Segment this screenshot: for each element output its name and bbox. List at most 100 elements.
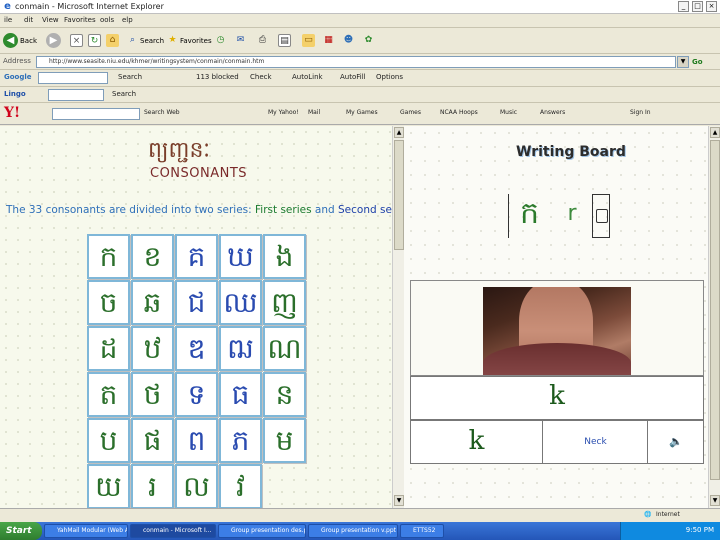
favorites-button-label[interactable]: Favorites	[180, 32, 212, 50]
folder-icon[interactable]: ▭	[302, 34, 315, 47]
consonant-cell[interactable]: យ	[87, 464, 130, 508]
autolink-button[interactable]: AutoLink	[292, 73, 323, 81]
consonant-cell[interactable]: ណ	[263, 326, 306, 371]
consonant-cell[interactable]: ត	[87, 372, 130, 417]
scroll-down-icon[interactable]: ▼	[710, 495, 720, 506]
menu-file[interactable]: ile	[4, 16, 12, 24]
minimize-button[interactable]: _	[678, 1, 689, 12]
scroll-down-icon[interactable]: ▼	[394, 495, 404, 506]
games-button[interactable]: Games	[400, 109, 421, 116]
consonant-cell[interactable]: ង	[263, 234, 306, 279]
consonant-cell[interactable]: គ	[175, 234, 218, 279]
first-series-link[interactable]: First series	[255, 204, 312, 216]
consonant-cell[interactable]: រ	[131, 464, 174, 508]
consonant-cell[interactable]: ឈ	[219, 280, 262, 325]
mail-button[interactable]: Mail	[308, 109, 320, 116]
google-search-button[interactable]: Search	[118, 73, 142, 81]
consonant-cell[interactable]: ក	[87, 234, 130, 279]
scroll-up-icon[interactable]: ▲	[394, 127, 404, 138]
consonant-cell[interactable]: ច	[87, 280, 130, 325]
consonant-cell[interactable]: ឆ	[131, 280, 174, 325]
second-series-link[interactable]: Second series	[338, 204, 392, 216]
answers-button[interactable]: Answers	[540, 109, 565, 116]
sign-in-button[interactable]: Sign In	[630, 109, 651, 116]
yahoo-logo[interactable]: Y!	[4, 105, 20, 121]
spell-check-button[interactable]: Check	[250, 73, 272, 81]
consonant-cell[interactable]: ធ	[219, 372, 262, 417]
autofill-button[interactable]: AutoFill	[340, 73, 366, 81]
maximize-button[interactable]: □	[692, 1, 703, 12]
consonant-cell[interactable]: ន	[263, 372, 306, 417]
consonant-cell[interactable]: ញ	[263, 280, 306, 325]
series-intro-text: The 33 consonants are divided into two s…	[6, 204, 256, 216]
yahoo-search-input[interactable]	[52, 108, 140, 120]
task-group-presentation-des[interactable]: Group presentation des.ppt	[218, 524, 306, 538]
go-button[interactable]: Go	[692, 56, 718, 68]
writing-board-frame: Writing Board ក r k k Neck 🔈	[404, 126, 708, 508]
refresh-icon[interactable]: ↻	[88, 34, 101, 47]
popup-blocked-count[interactable]: 113 blocked	[196, 73, 239, 81]
stop-icon[interactable]: ×	[70, 34, 83, 47]
task-yahmail[interactable]: YahMail Modular (Web Ag...	[44, 524, 128, 538]
consonant-cell[interactable]: ម	[263, 418, 306, 463]
speaker-icon[interactable]: 🔈	[649, 421, 703, 463]
my-games-button[interactable]: My Games	[346, 109, 378, 116]
task-conmain[interactable]: conmain - Microsoft I...	[130, 524, 216, 538]
consonant-cell[interactable]: ឌ	[175, 326, 218, 371]
task-etts52[interactable]: ETTS52	[400, 524, 444, 538]
scroll-thumb[interactable]	[394, 140, 404, 250]
task-group-presentation-v[interactable]: Group presentation v.ppt	[308, 524, 398, 538]
consonant-cell[interactable]: ភ	[219, 418, 262, 463]
forward-icon[interactable]: ▶	[46, 33, 61, 48]
menu-edit[interactable]: dit	[24, 16, 33, 24]
consonant-cell[interactable]: ថ	[131, 372, 174, 417]
consonant-cell[interactable]: ផ	[131, 418, 174, 463]
start-button[interactable]: Start	[0, 522, 42, 540]
favorites-icon[interactable]: ★	[166, 34, 179, 47]
consonant-cell[interactable]: ឃ	[219, 234, 262, 279]
scroll-thumb[interactable]	[710, 140, 720, 480]
back-icon[interactable]: ◀	[3, 33, 18, 48]
home-icon[interactable]: ⌂	[106, 34, 119, 47]
music-button[interactable]: Music	[500, 109, 517, 116]
consonant-cell[interactable]: ឋ	[131, 326, 174, 371]
eraser-icon[interactable]	[596, 209, 608, 223]
ncaa-button[interactable]: NCAA Hoops	[440, 109, 478, 116]
messenger-icon[interactable]: ☻	[342, 34, 355, 47]
consonant-cell[interactable]: ល	[175, 464, 218, 508]
left-frame-scrollbar[interactable]: ▲ ▼	[392, 126, 404, 508]
edit-icon[interactable]: ▤	[278, 34, 291, 47]
menu-help[interactable]: elp	[122, 16, 133, 24]
consonant-cell[interactable]: ដ	[87, 326, 130, 371]
consonant-cell[interactable]: ខ	[131, 234, 174, 279]
toolbar-extra-icon[interactable]: ✿	[362, 34, 375, 47]
research-icon[interactable]: ▦	[322, 34, 335, 47]
address-dropdown-icon[interactable]: ▼	[677, 56, 689, 68]
menu-favorites[interactable]: Favorites	[64, 16, 96, 24]
consonant-cell[interactable]: ព	[175, 418, 218, 463]
options-button[interactable]: Options	[376, 73, 403, 81]
close-button[interactable]: ×	[706, 1, 717, 12]
history-icon[interactable]: ◷	[214, 34, 227, 47]
search-icon[interactable]: ⌕	[126, 34, 139, 47]
lingo-search-button[interactable]: Search	[112, 90, 136, 98]
board-tool[interactable]	[592, 194, 610, 238]
print-icon[interactable]: ⎙	[256, 34, 269, 47]
google-search-input[interactable]	[38, 72, 108, 84]
consonant-cell[interactable]: វ	[219, 464, 262, 508]
back-button-label[interactable]: Back	[20, 32, 37, 50]
consonant-cell[interactable]: ទ	[175, 372, 218, 417]
scroll-up-icon[interactable]: ▲	[710, 127, 720, 138]
consonant-cell[interactable]: ជ	[175, 280, 218, 325]
consonant-cell[interactable]: ប	[87, 418, 130, 463]
lingo-search-input[interactable]	[48, 89, 104, 101]
search-button-label[interactable]: Search	[140, 32, 164, 50]
mail-icon[interactable]: ✉	[234, 34, 247, 47]
my-yahoo-button[interactable]: My Yahoo!	[268, 109, 299, 116]
menu-tools[interactable]: ools	[100, 16, 114, 24]
menu-view[interactable]: View	[42, 16, 59, 24]
consonant-cell[interactable]: ឍ	[219, 326, 262, 371]
search-web-button[interactable]: Search Web	[144, 109, 180, 116]
right-frame-scrollbar[interactable]: ▲ ▼	[708, 126, 720, 508]
address-input[interactable]: http://www.seasite.niu.edu/khmer/writing…	[36, 56, 676, 68]
